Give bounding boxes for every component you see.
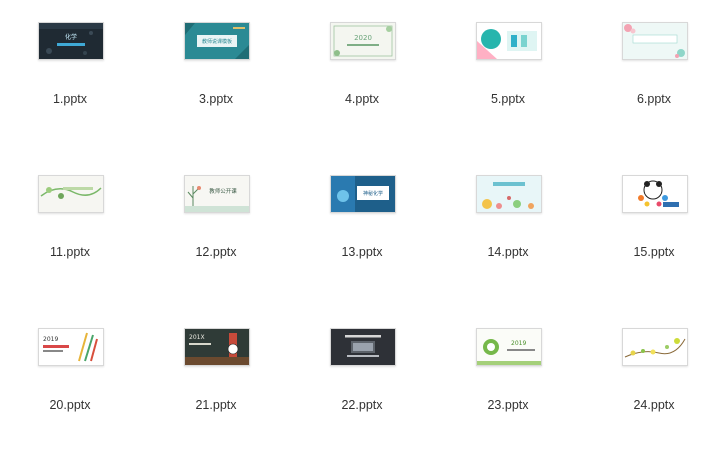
file-name: 5.pptx xyxy=(490,92,526,106)
file-thumbnail xyxy=(622,175,688,213)
file-name: 11.pptx xyxy=(49,245,91,259)
thumb-title-text: 教师公开课 xyxy=(209,187,237,195)
file-name: 1.pptx xyxy=(52,92,88,106)
file-name: 23.pptx xyxy=(487,398,529,412)
file-name: 3.pptx xyxy=(198,92,234,106)
file-thumbnail xyxy=(622,328,688,366)
file-thumbnail: 2019 xyxy=(38,328,104,366)
file-grid: 化学 1.pptx 教师说课模板 3.pptx 2020 4.pptx 5.pp… xyxy=(0,0,724,429)
file-name: 12.pptx xyxy=(195,245,237,259)
file-name: 6.pptx xyxy=(636,92,672,106)
file-name: 15.pptx xyxy=(633,245,675,259)
file-item[interactable]: 201X 21.pptx xyxy=(156,328,276,468)
file-item[interactable]: 6.pptx xyxy=(594,22,714,162)
file-thumbnail xyxy=(476,175,542,213)
file-thumbnail: 神秘化学 xyxy=(330,175,396,213)
thumb-title-text: 2020 xyxy=(354,34,372,42)
file-item[interactable]: 教师公开课 12.pptx xyxy=(156,175,276,315)
file-thumbnail: 教师公开课 xyxy=(184,175,250,213)
file-name: 20.pptx xyxy=(49,398,91,412)
file-item[interactable]: 化学 1.pptx xyxy=(10,22,130,162)
file-name: 22.pptx xyxy=(341,398,383,412)
file-name: 4.pptx xyxy=(344,92,380,106)
file-item[interactable]: 2020 4.pptx xyxy=(302,22,422,162)
file-thumbnail: 2020 xyxy=(330,22,396,60)
file-thumbnail xyxy=(38,175,104,213)
file-name: 13.pptx xyxy=(341,245,383,259)
file-thumbnail xyxy=(622,22,688,60)
file-item[interactable]: 神秘化学 13.pptx xyxy=(302,175,422,315)
file-item[interactable]: 2019 20.pptx xyxy=(10,328,130,468)
thumb-title-text: 神秘化学 xyxy=(363,190,383,197)
file-name: 21.pptx xyxy=(195,398,237,412)
file-item[interactable]: 5.pptx xyxy=(448,22,568,162)
thumb-title-text: 教师说课模板 xyxy=(202,38,232,45)
file-name: 14.pptx xyxy=(487,245,529,259)
file-item[interactable]: 22.pptx xyxy=(302,328,422,468)
file-item[interactable]: 24.pptx xyxy=(594,328,714,468)
file-thumbnail xyxy=(476,22,542,60)
file-thumbnail: 化学 xyxy=(38,22,104,60)
file-thumbnail: 201X xyxy=(184,328,250,366)
file-item[interactable]: 15.pptx xyxy=(594,175,714,315)
file-item[interactable]: 2019 23.pptx xyxy=(448,328,568,468)
thumb-title-text: 2019 xyxy=(43,336,58,343)
file-name: 24.pptx xyxy=(633,398,675,412)
file-item[interactable]: 教师说课模板 3.pptx xyxy=(156,22,276,162)
thumb-title-text: 2019 xyxy=(511,340,526,347)
file-thumbnail: 教师说课模板 xyxy=(184,22,250,60)
file-thumbnail xyxy=(330,328,396,366)
thumb-title-text: 化学 xyxy=(65,33,77,41)
file-thumbnail: 2019 xyxy=(476,328,542,366)
thumb-title-text: 201X xyxy=(189,334,205,341)
file-item[interactable]: 14.pptx xyxy=(448,175,568,315)
file-item[interactable]: 11.pptx xyxy=(10,175,130,315)
